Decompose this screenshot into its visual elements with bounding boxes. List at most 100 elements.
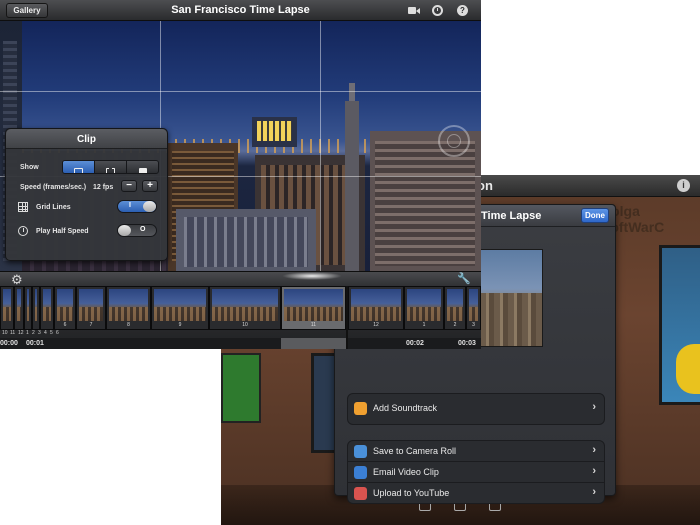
toggle-on-glyph: I (129, 202, 131, 209)
thumbnail-image (676, 344, 700, 394)
frame-thumbnail[interactable]: 12 (348, 286, 404, 330)
grid-icon (18, 202, 28, 212)
frame-thumbnail[interactable]: 8 (106, 286, 151, 330)
grid-line (0, 91, 481, 92)
chevron-right-icon: › (592, 465, 596, 477)
wrench-icon[interactable]: 🔧 (457, 274, 471, 285)
gear-icon[interactable]: ⚙ (11, 273, 23, 286)
speed-increase-button[interactable]: + (142, 180, 158, 192)
frame-image (57, 289, 73, 321)
email-video-clip-row[interactable]: Email Video Clip › (348, 462, 604, 483)
upload-to-youtube-row[interactable]: Upload to YouTube › (348, 483, 604, 504)
frame-strip[interactable]: 6 7 8 9 10 11 12 1 2 3 (0, 286, 481, 330)
chevron-right-icon: › (592, 486, 596, 498)
frame-image (212, 289, 278, 321)
frame-thumbnail[interactable]: 7 (76, 286, 106, 330)
grid-lines-toggle[interactable]: I (117, 200, 157, 213)
help-icon[interactable]: i (677, 179, 690, 192)
toggle-knob (118, 225, 131, 236)
add-soundtrack-row[interactable]: Add Soundtrack › (348, 394, 604, 424)
video-camera-icon (139, 168, 147, 173)
frame-image (35, 289, 37, 321)
playhead-indicator (282, 272, 342, 280)
time-ruler: 00:00 00:01 00:02 00:03 (0, 338, 481, 349)
movie-preview-thumbnail (479, 249, 543, 347)
row-label: Upload to YouTube (373, 488, 450, 498)
show-frames-segment[interactable] (63, 161, 95, 173)
frame-thumbnail[interactable]: 6 (54, 286, 76, 330)
timeline-divider (346, 286, 348, 349)
gallery-thumbnail[interactable] (659, 245, 700, 405)
play-half-speed-toggle[interactable]: O (117, 224, 157, 237)
tick-number: 1 (26, 330, 29, 336)
frame-number: 6 (63, 322, 67, 328)
frame-thumbnail[interactable] (24, 286, 32, 330)
frame-thumbnail[interactable] (32, 286, 40, 330)
toggle-off-glyph: O (140, 226, 146, 233)
row-label: Add Soundtrack (373, 403, 438, 413)
soundtrack-group: Add Soundtrack › (347, 393, 605, 425)
frame-number: 3 (472, 322, 475, 328)
tick-number: 10 (2, 330, 8, 336)
chevron-right-icon: › (592, 444, 596, 456)
frame-thumbnail[interactable]: 2 (444, 286, 466, 330)
frame-thumbnail[interactable]: 9 (151, 286, 209, 330)
done-button[interactable]: Done (581, 208, 609, 223)
clock-icon[interactable] (432, 5, 443, 16)
share-panel-title: Time Lapse (481, 210, 542, 222)
photo-building (349, 83, 355, 103)
show-split-segment[interactable] (95, 161, 127, 173)
video-camera-icon[interactable] (408, 5, 420, 16)
tick-number: 4 (44, 330, 47, 336)
frame-number: 10 (242, 322, 248, 328)
frame-thumbnail[interactable] (0, 286, 14, 330)
grid-lines-label: Grid Lines (36, 204, 71, 211)
stopwatch-icon (18, 226, 28, 236)
frame-image (43, 289, 51, 321)
gallery-thumbnail[interactable] (221, 353, 261, 423)
frame-thumbnail-selected[interactable]: 11 (281, 286, 346, 330)
email-icon (354, 466, 367, 479)
tick-number: 3 (38, 330, 41, 336)
tick-number: 5 (50, 330, 53, 336)
frame-thumbnail[interactable]: 3 (466, 286, 481, 330)
frame-image (109, 289, 148, 321)
frame-number: 2 (453, 322, 457, 328)
grid-line (320, 21, 321, 271)
time-label: 00:00 (0, 340, 18, 347)
frame-image (284, 289, 343, 321)
timeline-toolbar: ⚙ 🔧 (0, 272, 481, 286)
frame-thumbnail[interactable] (14, 286, 24, 330)
help-icon[interactable]: ? (457, 5, 468, 16)
film-frame-icon (74, 168, 83, 173)
speed-label: Speed (frames/sec.) (20, 184, 87, 191)
tick-number: 6 (56, 330, 59, 336)
row-label: Email Video Clip (373, 467, 439, 477)
save-to-camera-roll-row[interactable]: Save to Camera Roll › (348, 441, 604, 462)
frame-thumbnail[interactable]: 10 (209, 286, 281, 330)
frame-image (407, 289, 441, 321)
time-label: 00:01 (26, 340, 44, 347)
speed-decrease-button[interactable]: − (121, 180, 137, 192)
show-video-segment[interactable] (127, 161, 158, 173)
frame-image (79, 289, 103, 321)
editor-titlebar: Gallery San Francisco Time Lapse ? (0, 0, 481, 21)
speed-value: 12 fps (93, 184, 114, 191)
clip-panel-header: Clip (6, 129, 167, 149)
music-note-icon (354, 402, 367, 415)
timeline: ⚙ 🔧 6 7 8 9 10 11 12 1 2 3 10 11 12 1 2 (0, 271, 481, 349)
clip-settings-panel: Clip Show Speed (frames/sec.) 12 fps − +… (5, 128, 168, 261)
frame-number: 1 (422, 322, 426, 328)
thumbnail-image (480, 293, 542, 346)
frame-image (27, 289, 29, 321)
clip-panel-title: Clip (77, 134, 96, 145)
youtube-icon (354, 487, 367, 500)
frame-thumbnail[interactable]: 1 (404, 286, 444, 330)
frame-thumbnail[interactable] (40, 286, 54, 330)
camera-roll-icon (354, 445, 367, 458)
tick-number: 11 (10, 330, 16, 336)
play-half-speed-label: Play Half Speed (36, 228, 89, 235)
photo-building (345, 101, 359, 271)
chevron-right-icon: › (592, 401, 596, 413)
time-label: 00:02 (406, 340, 424, 347)
